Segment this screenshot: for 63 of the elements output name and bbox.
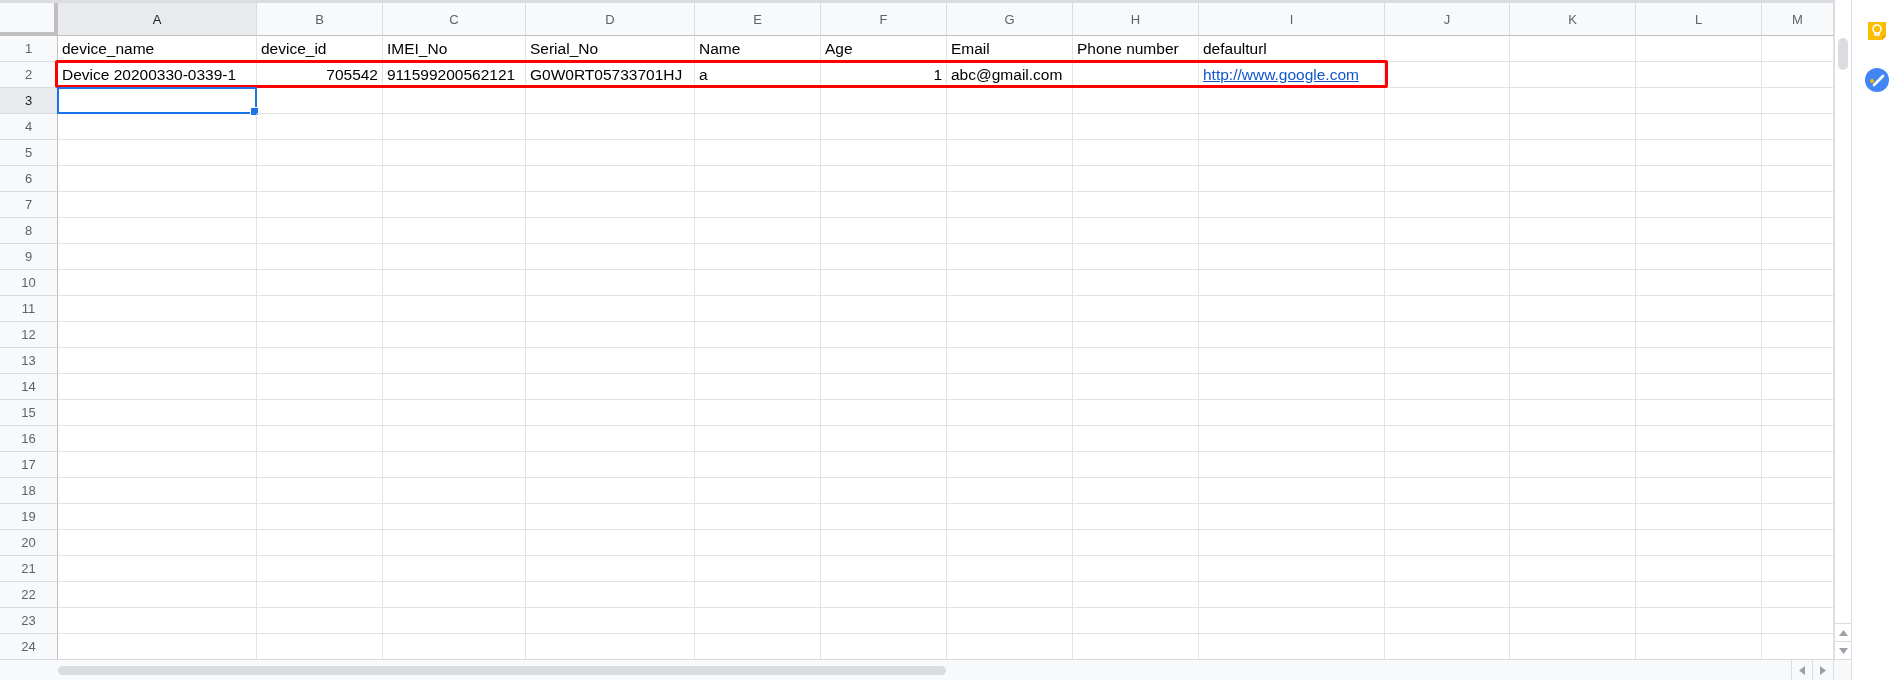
column-header[interactable]: K [1510,3,1636,36]
column-header[interactable]: D [526,3,695,36]
row-header[interactable]: 19 [0,504,58,530]
table-cell[interactable]: G0W0RT05733701HJ [526,62,695,88]
column-header[interactable]: A [58,3,257,36]
column-header[interactable]: B [257,3,383,36]
row-header[interactable]: 24 [0,634,58,659]
table-cell[interactable]: Email [947,36,1073,62]
table-cell[interactable]: 1 [821,62,947,88]
column-header[interactable]: L [1636,3,1762,36]
cell-link[interactable]: http://www.google.com [1203,65,1359,84]
column-header[interactable]: M [1762,3,1834,36]
column-header[interactable]: E [695,3,821,36]
row-header[interactable]: 5 [0,140,58,166]
table-cell[interactable]: Age [821,36,947,62]
row-header[interactable]: 20 [0,530,58,556]
check-circle-icon[interactable] [1865,68,1889,92]
row-header[interactable]: 21 [0,556,58,582]
row-header[interactable]: 1 [0,36,58,62]
vertical-scrollbar[interactable] [1834,0,1851,659]
scrollbar-thumb[interactable] [58,665,946,675]
row-header[interactable]: 12 [0,322,58,348]
row-header[interactable]: 4 [0,114,58,140]
column-header[interactable]: H [1073,3,1199,36]
table-cell[interactable]: abc@gmail.com [947,62,1073,88]
table-cell[interactable]: Device 20200330-0339-1 [58,62,257,88]
table-cell[interactable]: device_name [58,36,257,62]
row-header[interactable]: 3 [0,88,58,114]
row-header[interactable]: 7 [0,192,58,218]
table-cell[interactable]: IMEI_No [383,36,526,62]
column-header[interactable]: G [947,3,1073,36]
table-cell[interactable]: device_id [257,36,383,62]
row-header[interactable]: 17 [0,452,58,478]
column-header[interactable]: J [1385,3,1510,36]
table-cell[interactable]: http://www.google.com [1199,62,1385,88]
table-cell[interactable] [58,88,257,114]
table-cell[interactable]: Serial_No [526,36,695,62]
row-header[interactable]: 13 [0,348,58,374]
row-header[interactable]: 2 [0,62,58,88]
row-header[interactable]: 8 [0,218,58,244]
row-header[interactable]: 15 [0,400,58,426]
row-header[interactable]: 23 [0,608,58,634]
table-cell[interactable]: defaulturl [1199,36,1385,62]
column-header[interactable]: I [1199,3,1385,36]
row-header[interactable]: 14 [0,374,58,400]
table-cell[interactable]: a [695,62,821,88]
scrollbar-thumb[interactable] [1838,38,1848,70]
row-header[interactable]: 22 [0,582,58,608]
column-header[interactable]: C [383,3,526,36]
row-header[interactable]: 16 [0,426,58,452]
select-all-corner[interactable] [0,3,58,36]
column-header[interactable]: F [821,3,947,36]
row-header[interactable]: 6 [0,166,58,192]
table-cell[interactable]: Name [695,36,821,62]
lightbulb-note-icon[interactable] [1866,20,1888,42]
row-header[interactable]: 10 [0,270,58,296]
table-cell[interactable]: Phone number [1073,36,1199,62]
row-header[interactable]: 18 [0,478,58,504]
row-header[interactable]: 9 [0,244,58,270]
table-cell[interactable]: 911599200562121 [383,62,526,88]
fill-handle[interactable] [250,107,259,116]
table-cell[interactable]: 705542 [257,62,383,88]
row-header[interactable]: 11 [0,296,58,322]
